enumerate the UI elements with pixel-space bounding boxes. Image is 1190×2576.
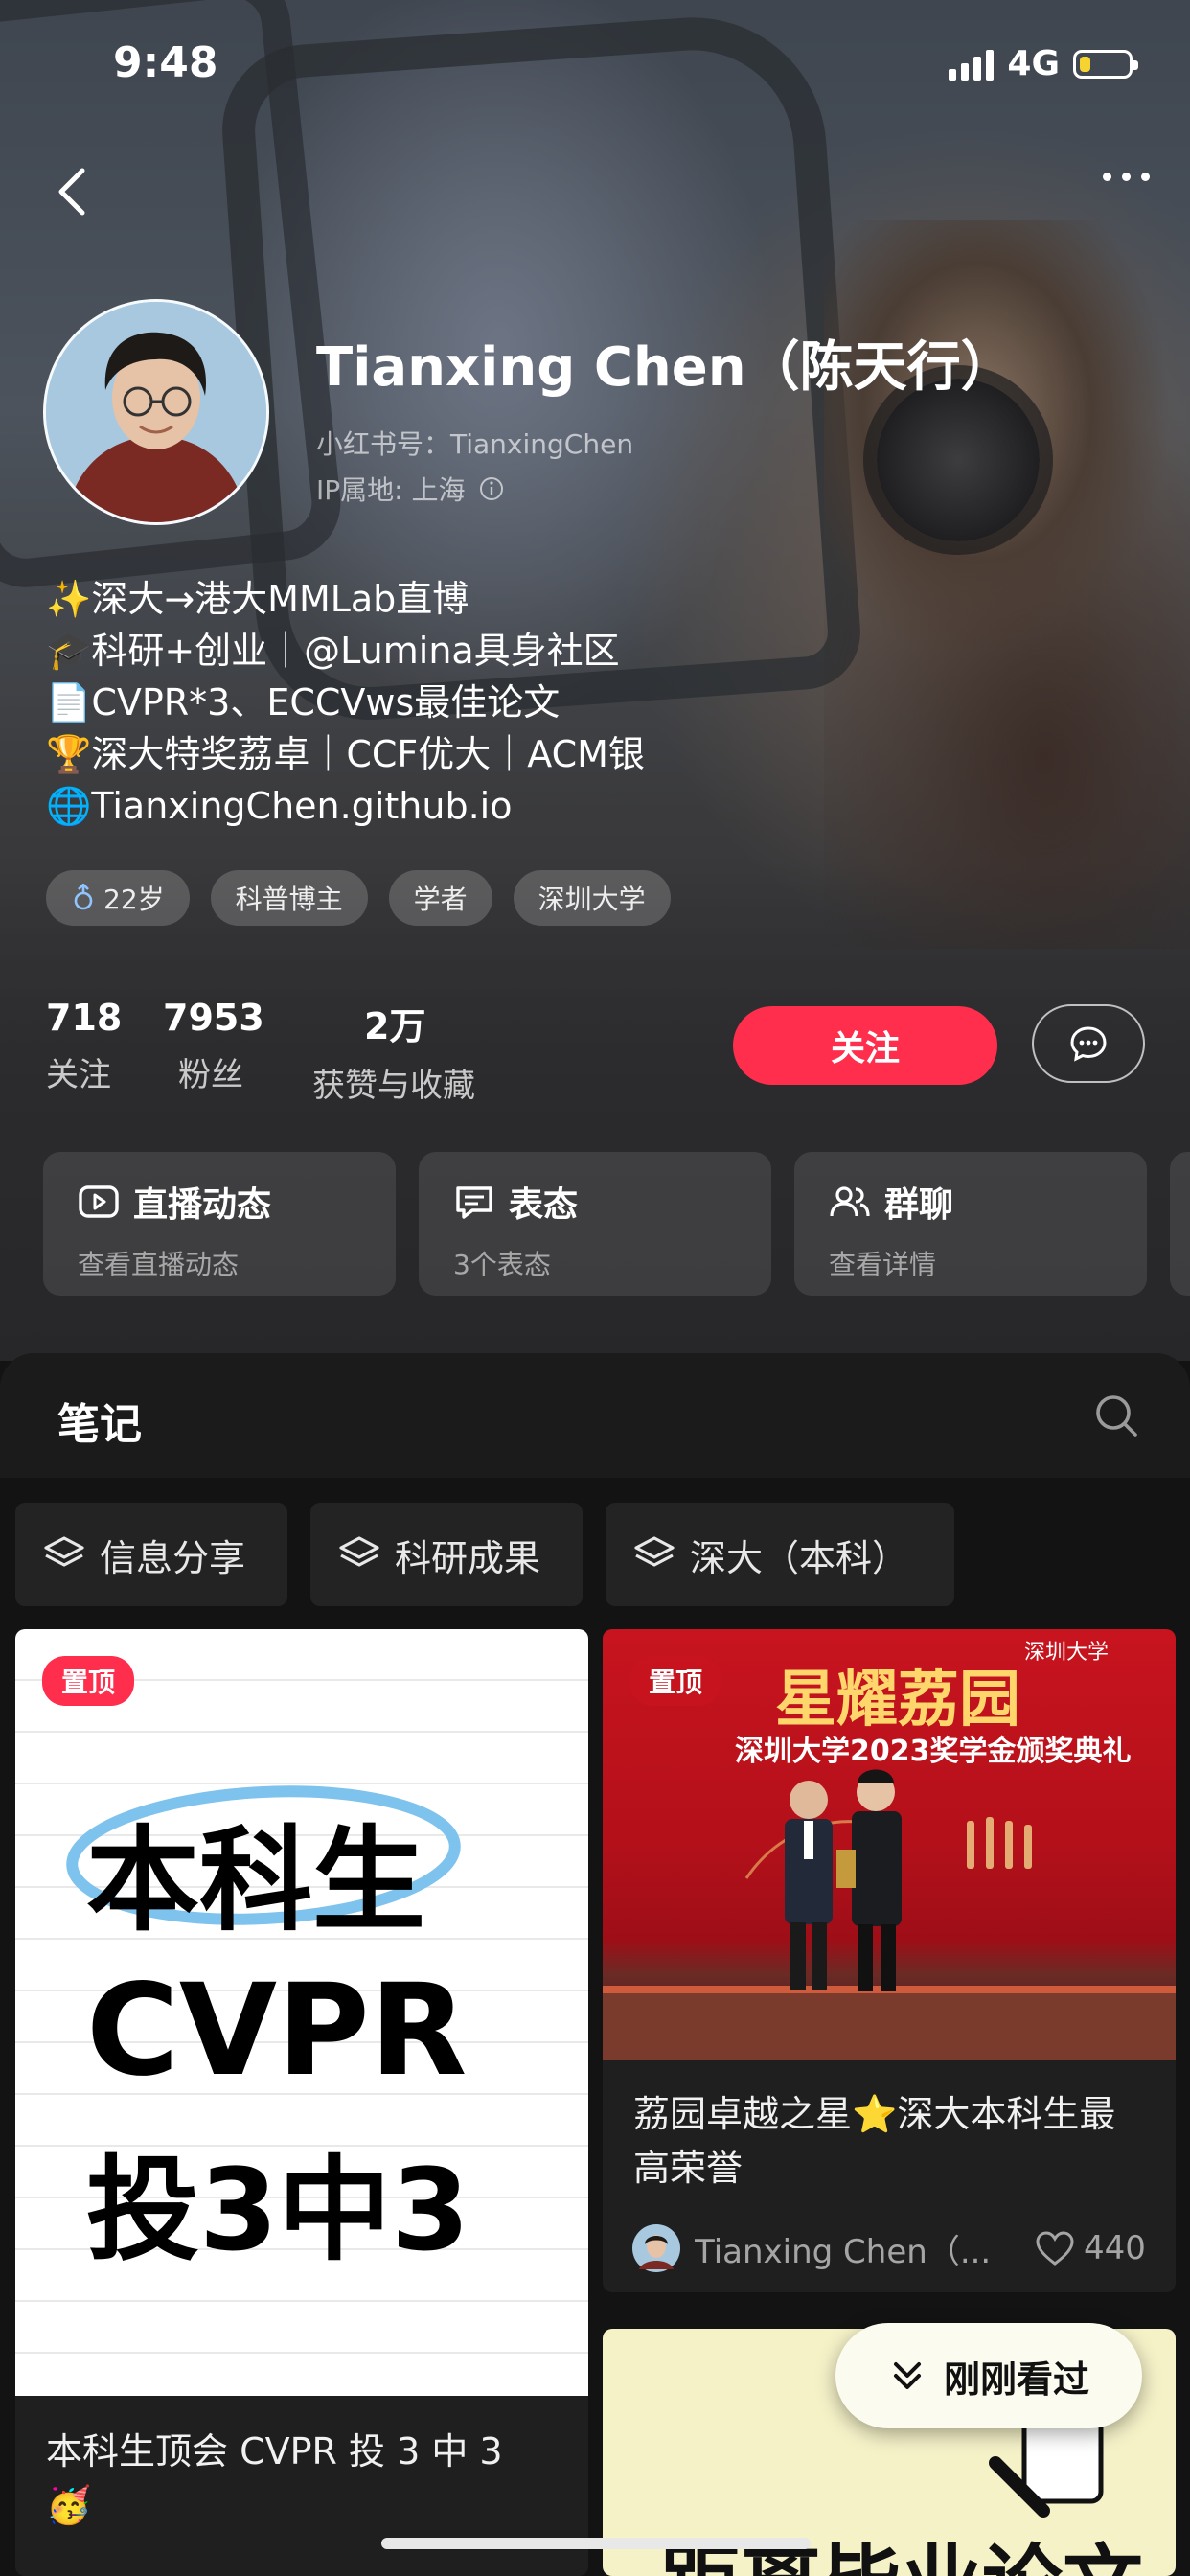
bio-line: 📄CVPR*3、ECCVws最佳论文 bbox=[46, 681, 561, 724]
filter-label: 科研成果 bbox=[395, 1536, 541, 1579]
recently-viewed-label: 刚刚看过 bbox=[943, 2358, 1089, 2401]
like-count: 440 bbox=[1084, 2229, 1146, 2267]
tag-scholar: 学者 bbox=[388, 870, 492, 926]
avatar[interactable] bbox=[43, 299, 269, 525]
notes-header bbox=[0, 1353, 1190, 1478]
more-dot-icon bbox=[1122, 172, 1131, 181]
bio-line-link[interactable]: 🌐TianxingChen.github.io bbox=[46, 780, 645, 832]
more-dot-icon bbox=[1141, 172, 1150, 181]
filter-info-sharing[interactable]: 信息分享 bbox=[15, 1503, 287, 1606]
battery-level bbox=[1080, 56, 1090, 72]
pinned-badge: 置顶 bbox=[629, 1656, 722, 1706]
avatar-illustration bbox=[46, 302, 266, 522]
author-avatar[interactable] bbox=[631, 2223, 681, 2273]
tag-science-blogger: 科普博主 bbox=[210, 870, 368, 926]
stat-followers[interactable]: 7953 粉丝 bbox=[163, 997, 264, 1095]
filter-label: 深大（本科） bbox=[690, 1536, 909, 1579]
party-face-emoji: 🥳 bbox=[46, 2484, 92, 2526]
card-subtitle: 3个表态 bbox=[453, 1249, 551, 1280]
status-indicators: 4G bbox=[949, 44, 1138, 83]
home-indicator[interactable] bbox=[381, 2538, 811, 2549]
filter-szu-undergrad[interactable]: 深大（本科） bbox=[606, 1503, 954, 1606]
bio-line: ✨深大→港大MMLab直博 bbox=[46, 578, 469, 620]
layers-icon bbox=[339, 1536, 379, 1567]
next-card-peek[interactable] bbox=[1170, 1152, 1190, 1296]
stat-label: 获赞与收藏 bbox=[312, 1067, 475, 1105]
filter-research[interactable]: 科研成果 bbox=[310, 1503, 583, 1606]
note-title: 本科生顶会 CVPR 投 3 中 3 🥳 bbox=[46, 2425, 563, 2532]
message-button[interactable] bbox=[1032, 1004, 1145, 1083]
note-card[interactable]: 星耀荔园 深圳大学 深圳大学2023奖学金颁奖典礼 置顶 荔园卓越之星⭐深大本科… bbox=[603, 1629, 1176, 2292]
search-button[interactable] bbox=[1092, 1392, 1140, 1443]
stat-label: 粉丝 bbox=[178, 1056, 243, 1094]
search-icon bbox=[1096, 1395, 1137, 1437]
profile-tags: 22岁 科普博主 学者 深圳大学 bbox=[46, 870, 671, 926]
stat-label: 关注 bbox=[46, 1056, 111, 1094]
note-footer: Tianxing Chen（... 440 bbox=[631, 2223, 1149, 2273]
note-filters: 信息分享 科研成果 深大（本科） bbox=[15, 1503, 954, 1606]
signal-icon bbox=[949, 48, 995, 80]
info-icon[interactable] bbox=[478, 475, 505, 502]
stat-value: 7953 bbox=[163, 997, 264, 1039]
more-button[interactable] bbox=[1103, 172, 1150, 181]
layers-icon bbox=[634, 1536, 675, 1567]
ip-location: IP属地: 上海 bbox=[316, 474, 466, 506]
note-card[interactable]: 本科生 CVPR 投3中3 置顶 本科生顶会 CVPR 投 3 中 3 🥳 bbox=[15, 1629, 588, 2576]
follow-button[interactable]: 关注 bbox=[733, 1006, 997, 1085]
tag-label: 22岁 bbox=[103, 884, 165, 915]
cover-text-line: CVPR bbox=[86, 1957, 468, 2104]
profile-bio: ✨深大→港大MMLab直博 🎓科研+创业｜@Lumina具身社区 📄CVPR*3… bbox=[46, 573, 645, 832]
stat-following[interactable]: 718 关注 bbox=[46, 997, 122, 1095]
cover-text-line: 投3中3 bbox=[86, 2144, 470, 2276]
chevron-left-icon bbox=[58, 168, 85, 216]
chat-bubble-icon bbox=[1070, 1026, 1107, 1062]
stat-value: 2万 bbox=[364, 1005, 426, 1047]
tag-age: 22岁 bbox=[46, 870, 190, 926]
card-title: 直播动态 bbox=[133, 1185, 272, 1225]
note-cover: 本科生 CVPR 投3中3 bbox=[15, 1629, 588, 2396]
comment-icon bbox=[456, 1186, 492, 1219]
note-title: 荔园卓越之星⭐深大本科生最高荣誉 bbox=[633, 2093, 1116, 2189]
pinned-badge: 置顶 bbox=[42, 1656, 135, 1706]
group-icon bbox=[830, 1186, 870, 1217]
heart-icon[interactable] bbox=[1034, 2229, 1076, 2267]
back-button[interactable] bbox=[46, 163, 103, 220]
live-activity-card[interactable]: 直播动态 查看直播动态 bbox=[43, 1152, 396, 1296]
layers-icon bbox=[44, 1536, 84, 1567]
stat-value: 718 bbox=[46, 997, 123, 1039]
double-chevron-down-icon bbox=[893, 2362, 921, 2389]
card-subtitle: 查看直播动态 bbox=[78, 1249, 240, 1280]
more-dot-icon bbox=[1103, 172, 1111, 181]
gender-male-icon bbox=[74, 884, 93, 910]
card-title: 表态 bbox=[509, 1185, 579, 1225]
headset-shape bbox=[877, 379, 1040, 541]
cover-text-line: 本科生 bbox=[86, 1814, 426, 1946]
group-chat-card[interactable]: 群聊 查看详情 bbox=[794, 1152, 1147, 1296]
profile-name: Tianxing Chen（陈天行） bbox=[316, 336, 1015, 399]
author-name[interactable]: Tianxing Chen（... bbox=[695, 2225, 1001, 2272]
stat-likes[interactable]: 2万 获赞与收藏 bbox=[312, 997, 475, 1106]
battery-icon bbox=[1073, 49, 1138, 79]
card-subtitle: 查看详情 bbox=[829, 1249, 937, 1280]
xhs-id: 小红书号：TianxingChen bbox=[316, 428, 634, 460]
live-icon bbox=[79, 1185, 119, 1218]
ip-location-row: IP属地: 上海 bbox=[316, 470, 505, 508]
bio-line: 🎓科研+创业｜@Lumina具身社区 bbox=[46, 630, 620, 672]
filter-label: 信息分享 bbox=[100, 1536, 246, 1579]
network-type: 4G bbox=[1007, 44, 1060, 83]
feature-cards: 直播动态 查看直播动态 表态 3个表态 群聊 查看详情 bbox=[43, 1152, 1147, 1296]
status-time: 9:48 bbox=[113, 38, 218, 87]
recently-viewed-button[interactable]: 刚刚看过 bbox=[835, 2323, 1142, 2428]
tab-notes[interactable]: 笔记 bbox=[57, 1390, 142, 1451]
bio-line: 🏆深大特奖荔卓｜CCF优大｜ACM银 bbox=[46, 733, 645, 775]
note-title-text: 本科生顶会 CVPR 投 3 中 3 bbox=[46, 2430, 503, 2472]
tag-university: 深圳大学 bbox=[513, 870, 671, 926]
reactions-card[interactable]: 表态 3个表态 bbox=[419, 1152, 771, 1296]
card-title: 群聊 bbox=[884, 1185, 954, 1225]
